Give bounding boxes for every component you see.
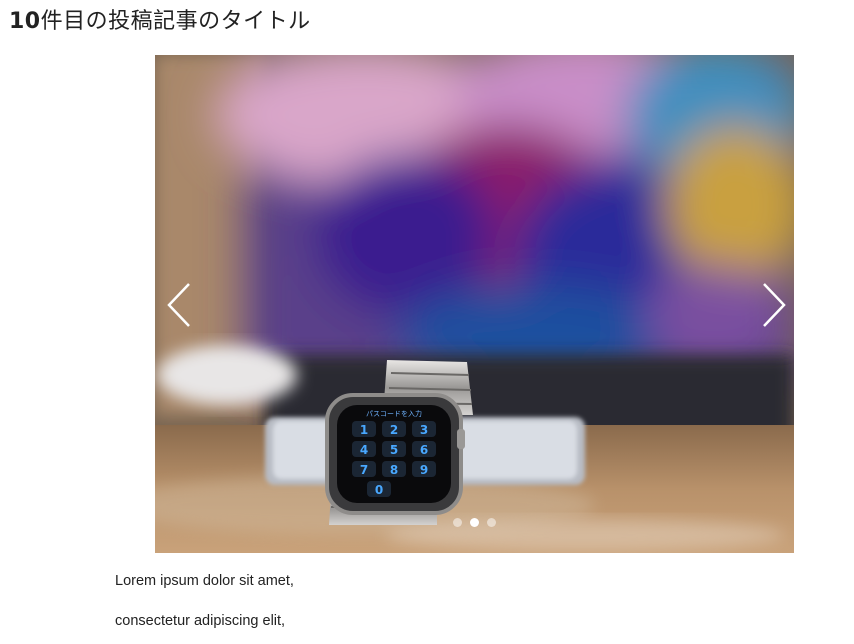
keypad-digit: 0: [375, 483, 383, 497]
post-title-number: 10: [9, 9, 41, 34]
keypad-digit: 9: [420, 463, 428, 477]
chevron-right-icon: [763, 283, 786, 327]
keypad-digit: 3: [420, 423, 428, 437]
keypad-digit: 4: [360, 443, 368, 457]
svg-text:パスコードを入力: パスコードを入力: [366, 409, 422, 418]
keypad-digit: 7: [360, 463, 368, 477]
post-title: 10件目の投稿記事のタイトル: [9, 3, 311, 35]
keypad-digit: 2: [390, 423, 398, 437]
post-paragraph: Lorem ipsum dolor sit amet,: [115, 573, 294, 589]
slide-photo: パスコードを入力 1 2 3 4 5 6 7 8 9 0: [155, 55, 794, 553]
slider-dot-1[interactable]: [453, 518, 462, 527]
keypad-digit: 6: [420, 443, 428, 457]
keypad-digit: 8: [390, 463, 398, 477]
post-paragraph: consectetur adipiscing elit,: [115, 613, 286, 629]
keypad-digit: 5: [390, 443, 398, 457]
slider-next-button[interactable]: [756, 280, 788, 330]
slider-dot-2[interactable]: [470, 518, 479, 527]
post-title-text: 件目の投稿記事のタイトル: [40, 9, 311, 34]
slider-prev-button[interactable]: [165, 280, 197, 330]
image-slider: パスコードを入力 1 2 3 4 5 6 7 8 9 0: [155, 55, 794, 553]
chevron-left-icon: [167, 283, 190, 327]
slider-pagination: [155, 518, 794, 527]
keypad-digit: 1: [360, 423, 368, 437]
slider-dot-3[interactable]: [487, 518, 496, 527]
